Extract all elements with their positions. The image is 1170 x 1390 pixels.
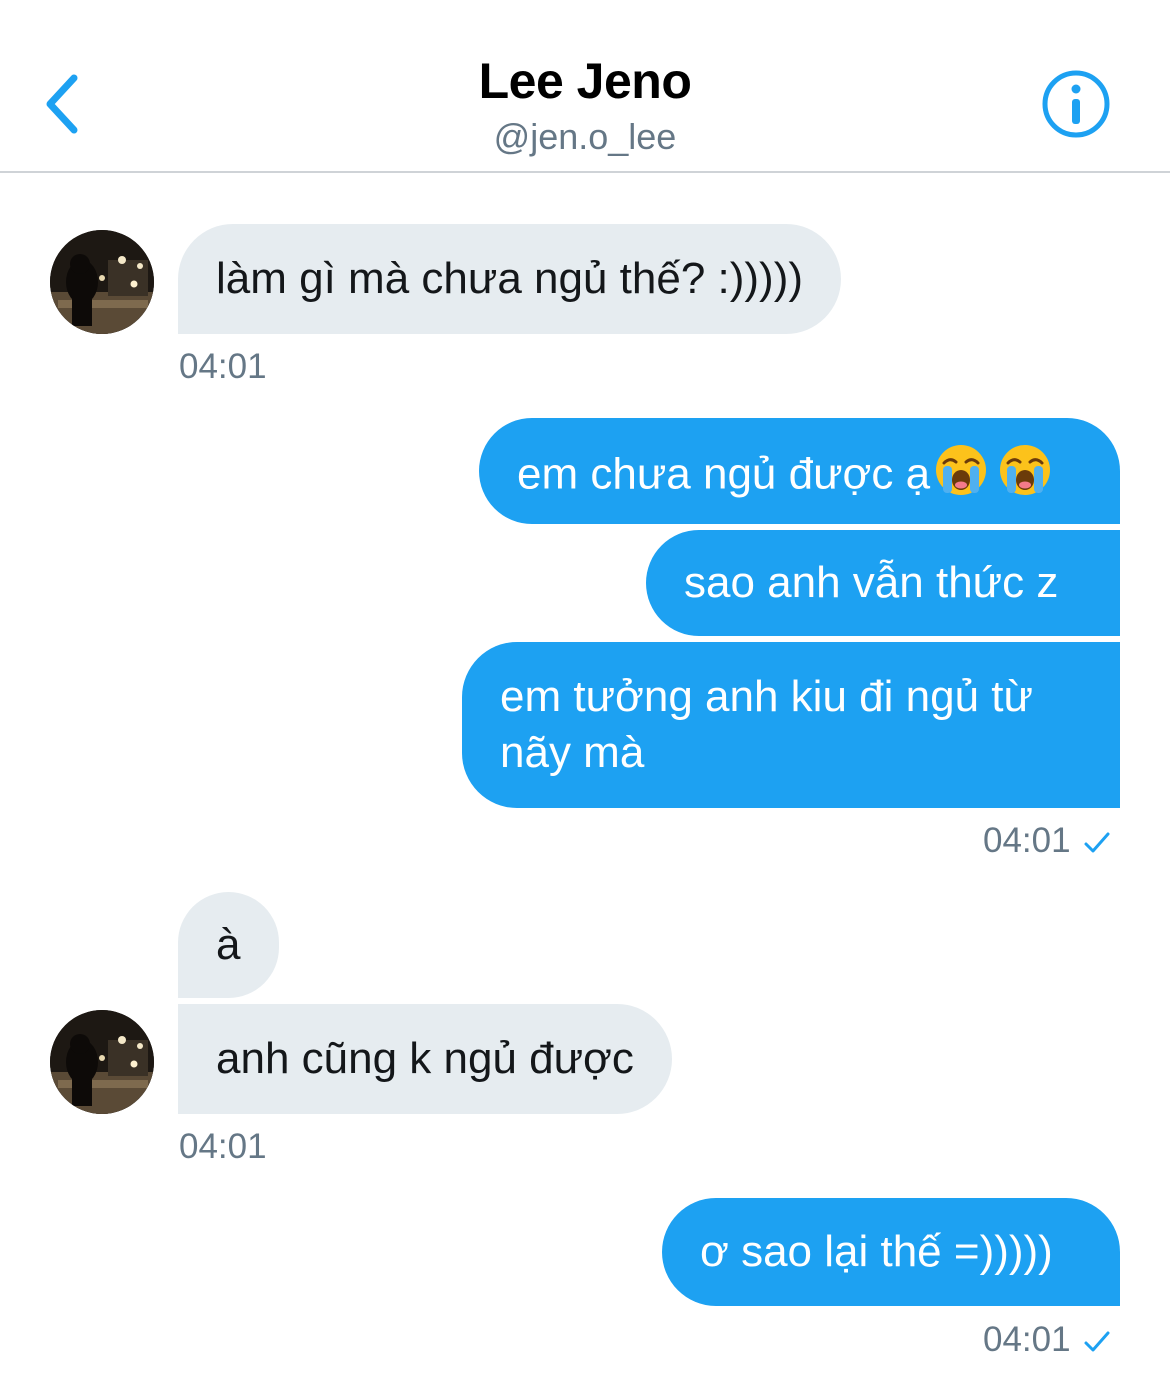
message-bubble-outgoing[interactable]: em tưởng anh kiu đi ngủ từ nãy mà	[462, 642, 1120, 808]
avatar[interactable]	[50, 1010, 154, 1114]
timestamp-text: 04:01	[983, 821, 1071, 860]
info-button[interactable]	[1040, 68, 1112, 140]
message-text: à	[216, 920, 241, 969]
loudly-crying-face-icon	[934, 443, 988, 511]
timestamp-text: 04:01	[983, 1320, 1071, 1359]
check-icon	[1084, 1331, 1110, 1352]
message-bubble-outgoing[interactable]: ơ sao lại thế =)))))	[662, 1198, 1120, 1306]
info-circle-icon	[1042, 70, 1110, 138]
message-bubble-incoming[interactable]: anh cũng k ngủ được	[178, 1004, 672, 1114]
message-bubble-incoming[interactable]: à	[178, 892, 279, 998]
avatar-image	[50, 1010, 154, 1114]
message-bubble-incoming[interactable]: làm gì mà chưa ngủ thế? :)))))	[178, 224, 841, 334]
contact-handle: @jen.o_lee	[493, 116, 677, 157]
timestamp: 04:01	[179, 1127, 267, 1166]
message-text-line: em tưởng anh kiu đi ngủ từ	[500, 672, 1033, 721]
check-icon	[1084, 832, 1110, 853]
message-text: em chưa ngủ được ạ	[517, 449, 931, 499]
message-bubble-outgoing[interactable]: em chưa ngủ được ạ	[479, 418, 1120, 524]
timestamp: 04:01	[983, 821, 1111, 861]
message-text: làm gì mà chưa ngủ thế? :)))))	[216, 254, 803, 303]
message-text-line: nãy mà	[500, 728, 645, 777]
contact-name: Lee Jeno	[478, 53, 692, 109]
avatar-image	[50, 230, 154, 334]
message-text: ơ sao lại thế =)))))	[700, 1227, 1053, 1276]
timestamp: 04:01	[179, 347, 267, 386]
message-text: anh cũng k ngủ được	[216, 1034, 634, 1083]
avatar[interactable]	[50, 230, 154, 334]
timestamp: 04:01	[983, 1320, 1111, 1360]
message-text: sao anh vẫn thức z	[684, 558, 1059, 607]
conversation-header: Lee Jeno @jen.o_lee	[0, 0, 1170, 173]
message-bubble-outgoing[interactable]: sao anh vẫn thức z	[646, 530, 1120, 636]
loudly-crying-face-icon	[998, 443, 1052, 511]
